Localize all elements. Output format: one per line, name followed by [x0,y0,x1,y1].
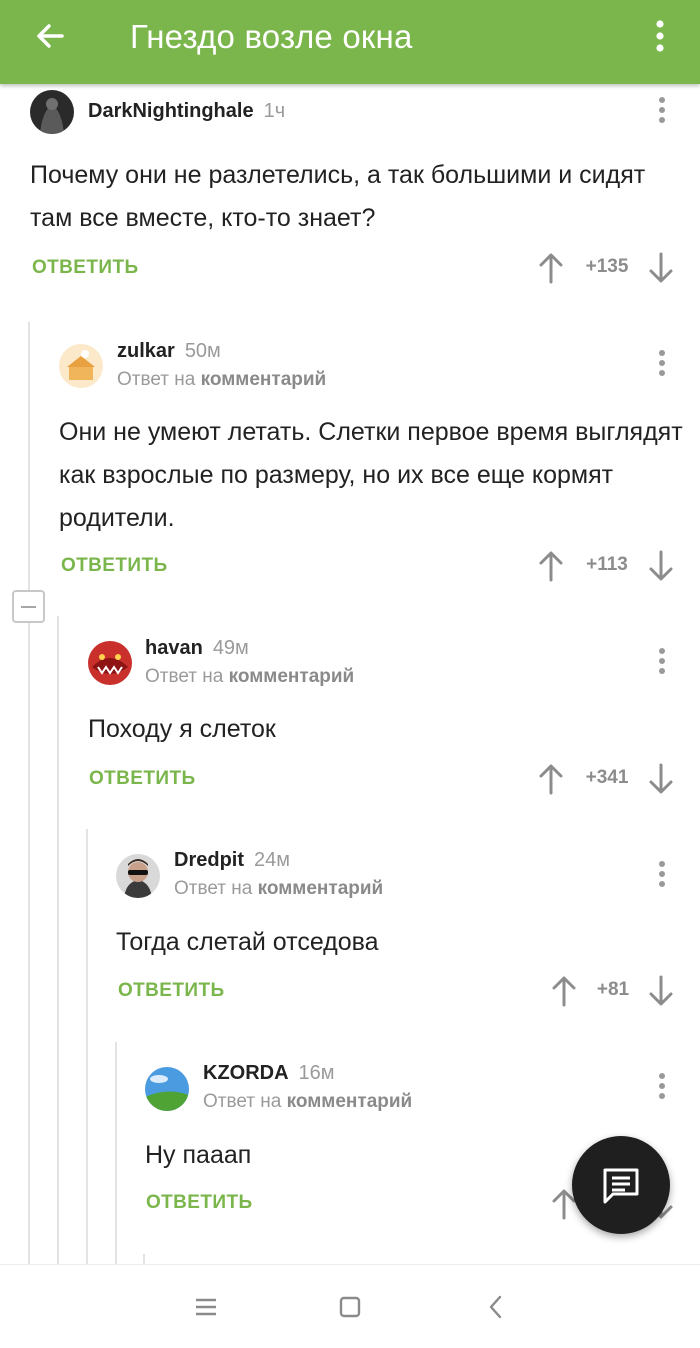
reply-to-link[interactable]: комментарий [229,666,355,687]
reply-to: Ответ на комментарий [174,878,384,899]
more-vert-icon[interactable] [648,16,672,56]
arrow-left-icon[interactable] [30,16,70,56]
thread-line [86,829,88,1264]
reply-button[interactable]: ОТВЕТИТЬ [61,555,168,577]
comment-text: Тогда слетай отседова [116,928,379,956]
comment-author[interactable]: zulkar 50м [117,340,221,363]
avatar[interactable] [145,1067,189,1111]
score: +113 [586,554,628,575]
more-vert-icon[interactable] [657,96,667,126]
more-vert-icon[interactable] [657,1072,667,1102]
comment-time: 1ч [263,100,286,122]
comment-author[interactable]: KZORDA 16м [203,1062,335,1085]
collapse-thread-button[interactable] [12,590,45,623]
app-bar: Гнездо возле окна [0,0,700,84]
reply-to-link[interactable]: комментарий [258,878,384,899]
vote-control: +113 [536,546,696,586]
avatar[interactable] [59,344,103,388]
more-vert-icon[interactable] [657,349,667,379]
comment-text: Походу я слеток [88,715,276,743]
comment-author[interactable]: havan 49м [145,637,249,660]
score: +341 [585,767,629,788]
home-icon[interactable] [330,1287,370,1327]
vote-control: +81 [536,971,696,1011]
system-nav-bar [0,1264,700,1348]
reply-button[interactable]: ОТВЕТИТЬ [146,1192,253,1214]
avatar[interactable] [88,641,132,685]
reply-to: Ответ на комментарий [203,1091,413,1112]
comment-text: Они не умеют летать. Слетки первое время… [59,418,683,532]
arrow-up-icon[interactable] [538,252,564,284]
reply-to: Ответ на комментарий [145,666,355,687]
arrow-down-icon[interactable] [648,975,674,1007]
reply-to-link[interactable]: комментарий [287,1091,413,1112]
page-title: Гнездо возле окна [130,18,413,55]
score: +135 [585,256,629,277]
thread-line [143,1254,145,1264]
arrow-down-icon[interactable] [648,252,674,284]
thread-line [28,322,30,1264]
reply-to-link[interactable]: комментарий [201,369,327,390]
vote-control: +341 [536,759,696,799]
avatar[interactable] [116,854,160,898]
thread-line [115,1042,117,1264]
arrow-down-icon[interactable] [648,763,674,795]
arrow-up-icon[interactable] [538,763,564,795]
back-icon[interactable] [476,1287,516,1327]
more-vert-icon[interactable] [657,860,667,890]
comment-time: 50м [184,340,221,362]
vote-control: +135 [536,248,696,288]
comment-author[interactable]: Dredpit 24м [174,849,290,872]
thread-line [57,616,59,1264]
comment: DarkNightinghale 1ч Почему они не разлете… [0,84,700,304]
score: +81 [596,979,630,1000]
comment-time: 24м [254,849,290,871]
comment-text: Почему они не разлетелись, а так большим… [30,161,646,232]
arrow-down-icon[interactable] [648,550,674,582]
arrow-up-icon[interactable] [538,550,564,582]
comments-list: DarkNightinghale 1ч Почему они не разлете… [0,84,700,1264]
comment-text: Ну пааап [145,1141,252,1169]
avatar[interactable] [30,90,74,134]
reply-button[interactable]: ОТВЕТИТЬ [118,980,225,1002]
reply-button[interactable]: ОТВЕТИТЬ [89,768,196,790]
comment-icon [603,1168,639,1204]
arrow-up-icon[interactable] [551,975,577,1007]
reply-to: Ответ на комментарий [117,369,327,390]
reply-button[interactable]: ОТВЕТИТЬ [32,257,139,279]
comment-author[interactable]: DarkNightinghale 1ч [88,100,285,123]
write-comment-button[interactable] [572,1136,670,1234]
comment-time: 49м [212,637,249,659]
menu-icon[interactable] [186,1287,226,1327]
comment-time: 16м [298,1062,335,1084]
more-vert-icon[interactable] [657,647,667,677]
